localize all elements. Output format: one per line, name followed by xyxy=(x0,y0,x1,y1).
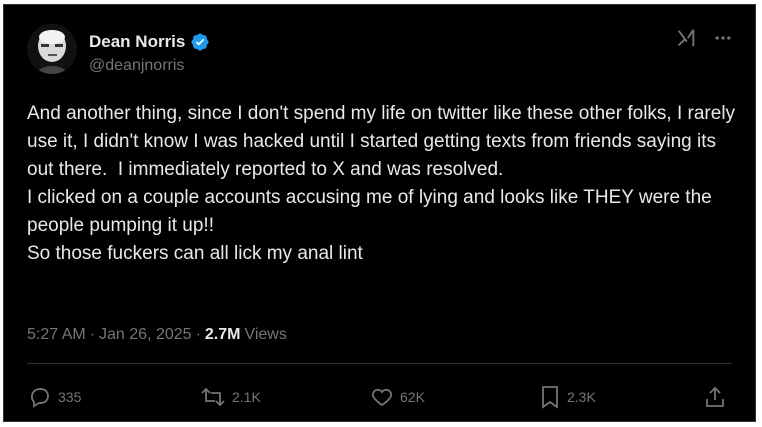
reply-button[interactable]: 335 xyxy=(28,385,81,409)
avatar-photo xyxy=(27,24,77,74)
post-date[interactable]: Jan 26, 2025 xyxy=(99,326,192,344)
author-name[interactable]: Dean Norris xyxy=(89,32,185,52)
share-button[interactable] xyxy=(704,385,726,409)
views-label: Views xyxy=(244,326,287,343)
reply-count: 335 xyxy=(58,389,82,405)
repost-button[interactable]: 2.1K xyxy=(200,385,261,409)
author-row: Dean Norris xyxy=(89,32,210,52)
like-button[interactable]: 62K xyxy=(370,385,425,409)
meta-separator: · xyxy=(89,326,96,343)
author-handle[interactable]: @deanjnorris xyxy=(89,57,184,75)
more-icon[interactable] xyxy=(713,28,733,48)
heart-icon xyxy=(370,385,394,409)
divider xyxy=(27,363,732,364)
top-actions xyxy=(675,27,733,49)
post-meta: 5:27 AM · Jan 26, 2025 · 2.7M Views xyxy=(27,326,287,344)
views-count: 2.7M xyxy=(204,326,241,343)
verified-badge-icon xyxy=(190,32,210,52)
post-card: Dean Norris @deanjnorris And another thi… xyxy=(3,4,756,422)
share-icon xyxy=(704,385,726,409)
avatar[interactable] xyxy=(27,24,77,74)
bookmark-button[interactable]: 2.3K xyxy=(539,385,596,409)
action-bar: 335 2.1K 62K 2.3K xyxy=(4,385,755,413)
repost-icon xyxy=(200,385,226,409)
reply-icon xyxy=(28,385,52,409)
post-text: And another thing, since I don't spend m… xyxy=(27,103,736,264)
like-count: 62K xyxy=(400,389,425,405)
post-time[interactable]: 5:27 AM xyxy=(27,326,86,344)
bookmark-count: 2.3K xyxy=(567,389,596,405)
bookmark-icon xyxy=(539,385,561,409)
repost-count: 2.1K xyxy=(232,389,261,405)
grok-icon[interactable] xyxy=(675,27,697,49)
meta-separator: · xyxy=(195,326,201,343)
